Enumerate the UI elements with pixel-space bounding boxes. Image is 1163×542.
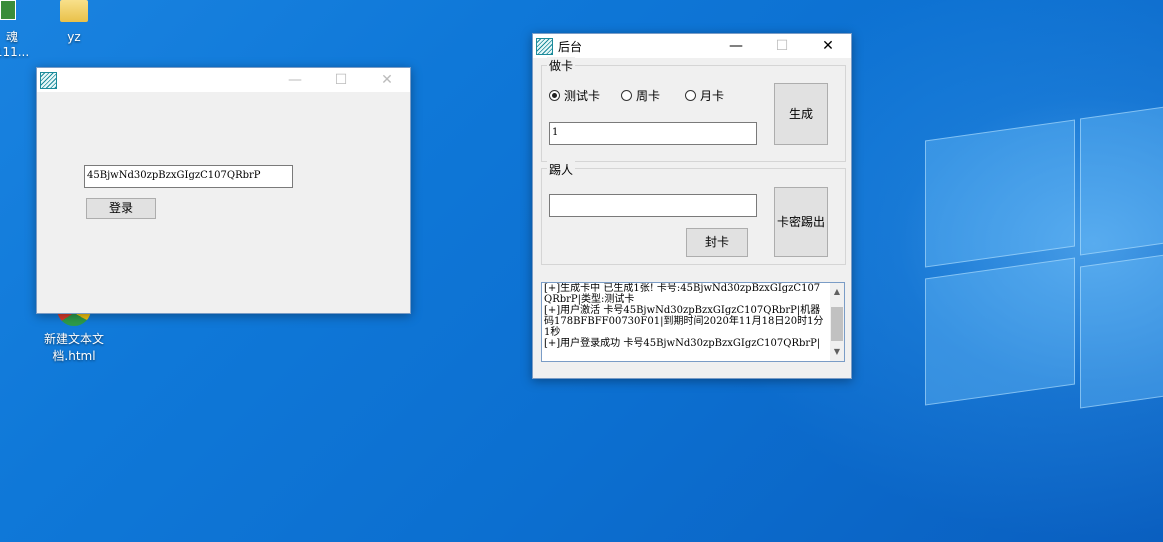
close-button[interactable]: ✕ bbox=[364, 68, 410, 92]
kick-card-button[interactable]: 卡密踢出 bbox=[774, 187, 828, 257]
app-logo-icon bbox=[536, 38, 553, 55]
kick-group-label: 踢人 bbox=[547, 161, 576, 178]
folder-icon bbox=[60, 0, 88, 22]
radio-unselected-icon bbox=[621, 90, 632, 101]
make-card-group-label: 做卡 bbox=[547, 57, 576, 74]
desktop-icon-label-2: 档.html bbox=[52, 349, 96, 363]
login-button[interactable]: 登录 bbox=[86, 198, 156, 219]
desktop-icon-folder-yz[interactable]: yz bbox=[54, 0, 94, 44]
radio-month-card[interactable]: 月卡 bbox=[685, 87, 724, 104]
radio-week-card-label: 周卡 bbox=[636, 89, 661, 103]
radio-test-card-label: 测试卡 bbox=[564, 89, 601, 103]
login-window: — ☐ ✕ 45BjwNd30zpBzxGIgzC107QRbrP 登录 bbox=[36, 67, 411, 314]
close-button[interactable]: ✕ bbox=[805, 34, 851, 58]
admin-window: 后台 — ☐ ✕ 做卡 测试卡 周卡 月卡 1 生成 踢人 封卡 卡密踢出 [+… bbox=[532, 33, 852, 379]
admin-window-title: 后台 bbox=[558, 40, 583, 54]
scrollbar-thumb[interactable] bbox=[831, 307, 843, 341]
app-logo-icon bbox=[40, 72, 57, 89]
minimize-button[interactable]: — bbox=[713, 34, 759, 58]
radio-week-card[interactable]: 周卡 bbox=[621, 87, 660, 104]
generate-button[interactable]: 生成 bbox=[774, 83, 828, 145]
windows-logo-wallpaper bbox=[925, 100, 1163, 420]
radio-month-card-label: 月卡 bbox=[700, 89, 725, 103]
app-icon bbox=[0, 0, 16, 20]
ban-card-button[interactable]: 封卡 bbox=[686, 228, 748, 257]
desktop-icon-label: 新建文本文 bbox=[43, 332, 104, 346]
scroll-down-icon[interactable]: ▼ bbox=[830, 345, 844, 359]
radio-test-card[interactable]: 测试卡 bbox=[549, 87, 600, 104]
log-textarea[interactable]: [+]生成卡中 已生成1张! 卡号:45BjwNd30zpBzxGIgzC107… bbox=[541, 282, 845, 362]
desktop-icon-label-2: 111... bbox=[0, 45, 30, 59]
maximize-button[interactable]: ☐ bbox=[759, 34, 805, 58]
quantity-input[interactable]: 1 bbox=[549, 122, 757, 145]
log-line: [+]生成卡中 已生成1张! 卡号:45BjwNd30zpBzxGIgzC107… bbox=[544, 283, 821, 305]
maximize-button[interactable]: ☐ bbox=[318, 68, 364, 92]
log-line: [+]用户激活 卡号45BjwNd30zpBzxGIgzC107QRbrP|机器… bbox=[544, 305, 824, 338]
desktop-icon-label: yz bbox=[67, 30, 81, 44]
desktop-icon-label: 魂 bbox=[5, 30, 18, 44]
scroll-up-icon[interactable]: ▲ bbox=[830, 285, 844, 299]
card-key-input[interactable]: 45BjwNd30zpBzxGIgzC107QRbrP bbox=[84, 165, 293, 188]
log-line: [+]用户登录成功 卡号45BjwNd30zpBzxGIgzC107QRbrP| bbox=[544, 338, 821, 349]
minimize-button[interactable]: — bbox=[272, 68, 318, 92]
radio-selected-icon bbox=[549, 90, 560, 101]
admin-window-titlebar[interactable]: 后台 — ☐ ✕ bbox=[533, 34, 851, 58]
radio-unselected-icon bbox=[685, 90, 696, 101]
card-key-input[interactable] bbox=[549, 194, 757, 217]
login-window-titlebar[interactable]: — ☐ ✕ bbox=[37, 68, 410, 92]
log-scrollbar[interactable]: ▲ ▼ bbox=[830, 283, 844, 361]
desktop-icon-app[interactable]: 魂 111... bbox=[0, 0, 32, 59]
